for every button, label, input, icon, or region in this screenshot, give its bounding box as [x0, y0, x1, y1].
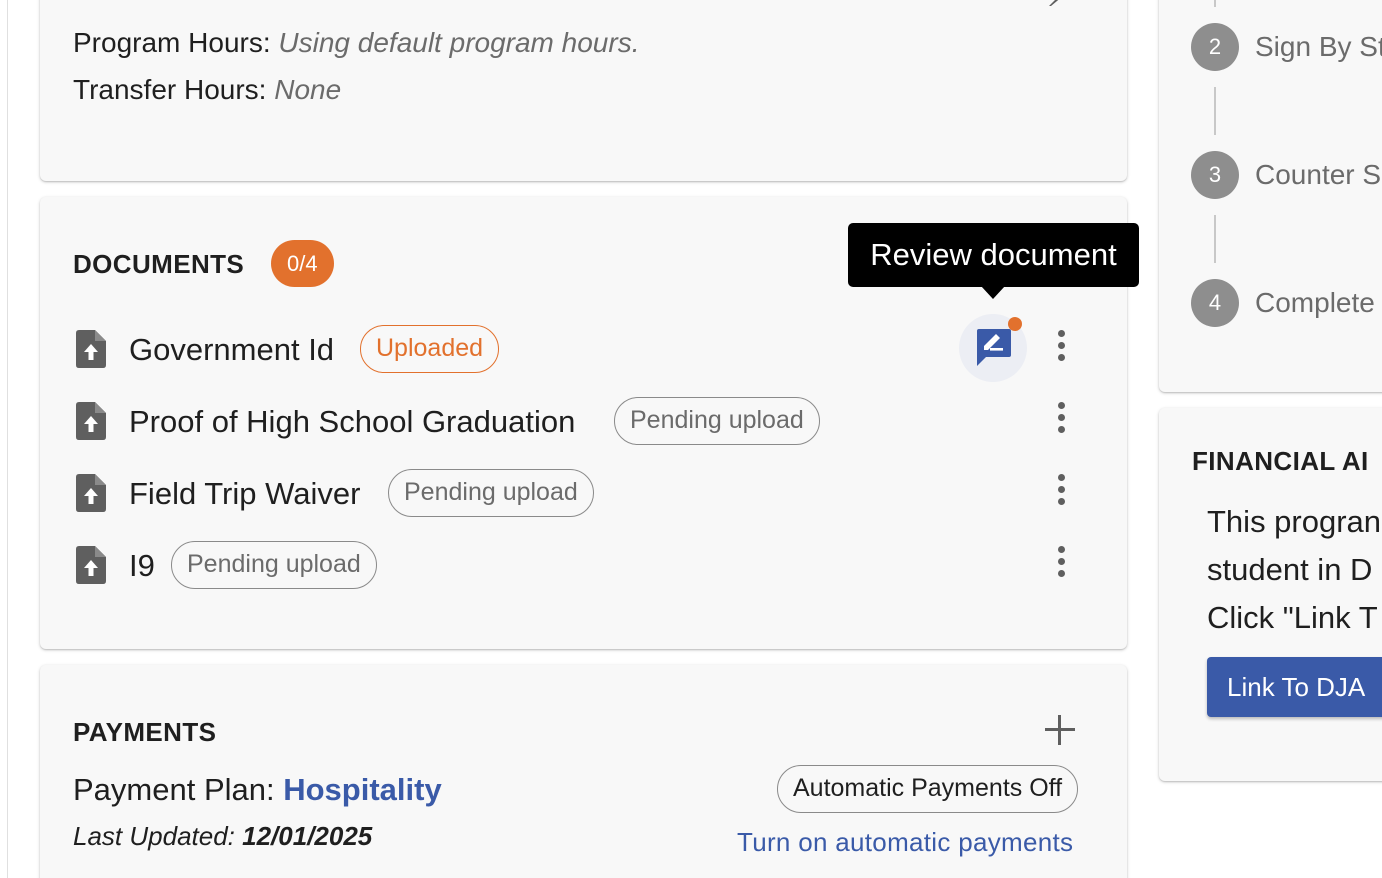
edit-icon[interactable]: [1047, 0, 1063, 6]
document-name[interactable]: Field Trip Waiver: [129, 476, 360, 512]
turn-on-automatic-payments-link[interactable]: Turn on automatic payments: [737, 827, 1073, 858]
rate-review-icon: [977, 329, 1011, 366]
more-vert-icon[interactable]: [1051, 398, 1071, 444]
program-hours-label: Program Hours:: [73, 27, 271, 58]
notification-dot: [1008, 317, 1022, 331]
step-connector: [1214, 87, 1216, 135]
step-connector: [1214, 215, 1216, 263]
review-document-button[interactable]: [959, 314, 1027, 382]
status-chip-pending: Pending upload: [171, 541, 377, 589]
more-vert-icon[interactable]: [1051, 326, 1071, 372]
transfer-hours-value: None: [274, 74, 342, 105]
program-hours-value: Using default program hours.: [278, 27, 640, 58]
tooltip-arrow: [981, 286, 1005, 299]
more-vert-icon[interactable]: [1051, 542, 1071, 588]
document-name[interactable]: Proof of High School Graduation: [129, 404, 575, 440]
left-divider: [7, 0, 8, 878]
transfer-hours-line: Transfer Hours: None: [73, 74, 341, 106]
status-chip-uploaded: Uploaded: [360, 325, 500, 373]
file-upload-icon: [76, 546, 106, 584]
document-row: Field Trip Waiver Pending upload: [40, 464, 1127, 522]
documents-count-badge: 0/4: [271, 240, 334, 287]
step-connector: [1214, 0, 1216, 7]
file-upload-icon: [76, 330, 106, 368]
document-name[interactable]: I9: [129, 548, 155, 584]
step-number: 3: [1191, 151, 1239, 199]
document-name[interactable]: Government Id: [129, 332, 334, 368]
step-label: Counter S: [1255, 159, 1382, 190]
financial-aid-text-line: Click "Link T: [1207, 600, 1378, 635]
step-label: Complete: [1255, 287, 1375, 318]
status-chip-pending: Pending upload: [614, 397, 820, 445]
financial-aid-text-line: student in D: [1207, 552, 1373, 587]
financial-aid-card: FINANCIAL AI This progran student in D C…: [1159, 408, 1382, 781]
step-number: 4: [1191, 279, 1239, 327]
step-item: 4 Complete: [1191, 279, 1382, 327]
payments-title: PAYMENTS: [73, 717, 217, 747]
financial-aid-title: FINANCIAL AI: [1192, 446, 1369, 476]
document-row: I9 Pending upload: [40, 536, 1127, 594]
status-chip-pending: Pending upload: [388, 469, 594, 517]
payment-plan-link[interactable]: Hospitality: [283, 772, 441, 807]
payment-plan-line: Payment Plan: Hospitality: [73, 772, 442, 808]
transfer-hours-label: Transfer Hours:: [73, 74, 267, 105]
document-row: Proof of High School Graduation Pending …: [40, 392, 1127, 450]
documents-title: DOCUMENTS: [73, 249, 245, 279]
step-label: Sign By St: [1255, 31, 1382, 62]
file-upload-icon: [76, 474, 106, 512]
financial-aid-text-line: This progran: [1207, 504, 1382, 539]
link-to-dja-button[interactable]: Link To DJA: [1207, 657, 1382, 717]
file-upload-icon: [76, 402, 106, 440]
last-updated-line: Last Updated: 12/01/2025: [73, 821, 372, 852]
more-vert-icon[interactable]: [1051, 470, 1071, 516]
automatic-payments-status-chip: Automatic Payments Off: [777, 765, 1079, 813]
payment-plan-label: Payment Plan:: [73, 772, 275, 807]
hours-card: Program Hours: Using default program hou…: [40, 0, 1127, 181]
program-hours-line: Program Hours: Using default program hou…: [73, 27, 639, 59]
review-document-tooltip: Review document: [848, 223, 1139, 287]
step-item: 2 Sign By St: [1191, 23, 1382, 71]
last-updated-label: Last Updated:: [73, 821, 235, 851]
step-item: 3 Counter S: [1191, 151, 1382, 199]
add-payment-plus-icon[interactable]: [1045, 715, 1075, 745]
step-number: 2: [1191, 23, 1239, 71]
progress-steps-card: 2 Sign By St 3 Counter S 4 Complete: [1159, 0, 1382, 392]
payments-card: PAYMENTS Payment Plan: Hospitality Last …: [40, 665, 1127, 878]
last-updated-value: 12/01/2025: [242, 821, 373, 851]
